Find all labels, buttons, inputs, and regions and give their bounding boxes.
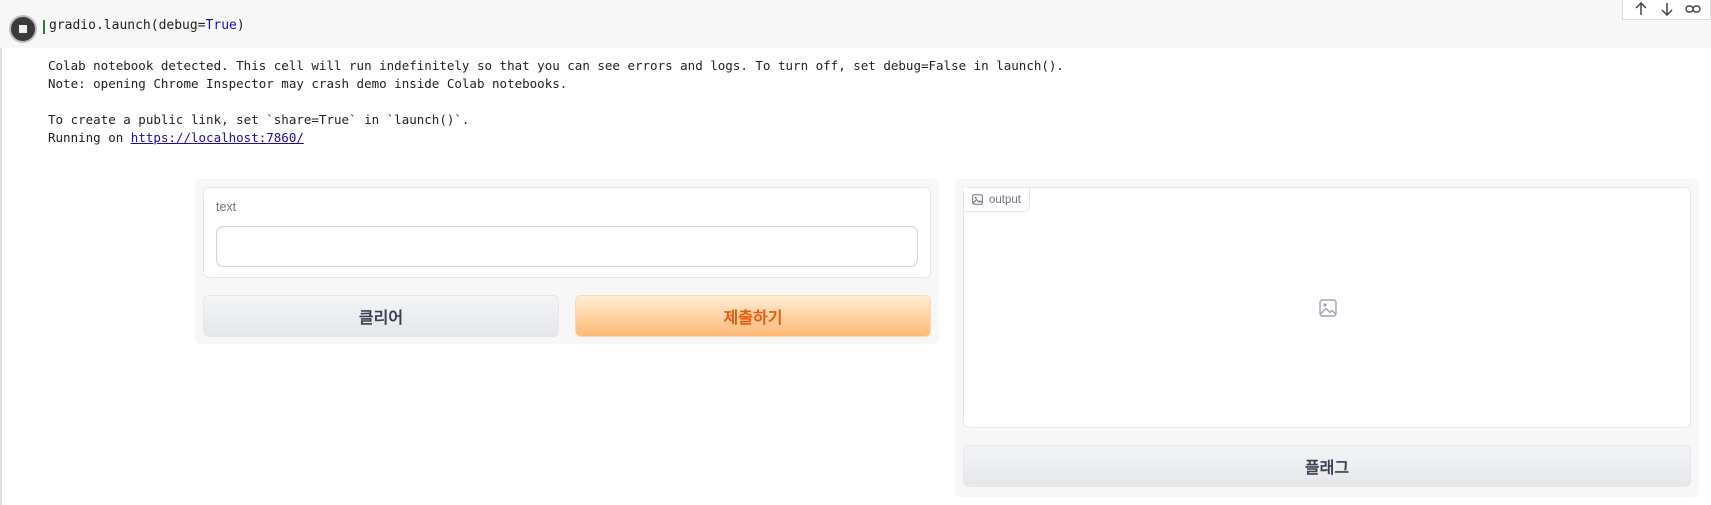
text-input-block: text [203, 187, 931, 278]
image-placeholder-icon [1319, 299, 1337, 317]
output-line: To create a public link, set `share=True… [48, 112, 470, 127]
output-line: Running on https://localhost:7860/ [48, 129, 1064, 147]
image-icon [972, 194, 983, 205]
output-panel: output 플래그 [955, 179, 1699, 497]
copy-link-button[interactable] [1683, 0, 1703, 18]
stop-execution-button[interactable] [9, 15, 37, 43]
flag-button[interactable]: 플래그 [963, 445, 1691, 487]
image-output-block: output [963, 187, 1691, 428]
move-up-button[interactable] [1631, 0, 1651, 18]
code-keyword: True [205, 18, 237, 33]
arrow-down-icon [1661, 3, 1673, 16]
code-line[interactable]: gradio.launch(debug=True) [49, 18, 245, 33]
code-prefix: gradio.launch(debug= [49, 18, 206, 33]
running-on-text: Running on [48, 130, 131, 145]
clear-button[interactable]: 클리어 [203, 295, 559, 337]
output-line: ​ [48, 93, 1064, 111]
code-cell[interactable]: gradio.launch(debug=True) [0, 0, 1711, 48]
cell-output: Colab notebook detected. This cell will … [48, 57, 1064, 147]
move-down-button[interactable] [1657, 0, 1677, 18]
text-input[interactable] [216, 226, 918, 267]
link-icon [1685, 5, 1701, 13]
output-label: output [989, 193, 1021, 206]
cell-left-border [0, 48, 2, 505]
cell-execution-indicator [43, 20, 45, 34]
cell-toolbar [1622, 0, 1711, 20]
text-label: text [216, 200, 237, 214]
input-panel: text 클리어 제출하기 [195, 179, 939, 344]
arrow-up-icon [1635, 2, 1647, 15]
output-label-tag: output [964, 188, 1030, 212]
output-line: Note: opening Chrome Inspector may crash… [48, 76, 568, 91]
code-suffix: ) [236, 18, 245, 33]
stop-icon [19, 25, 27, 33]
submit-button[interactable]: 제출하기 [575, 295, 931, 337]
local-url-link[interactable]: https://localhost:7860/ [131, 130, 304, 145]
output-line: Colab notebook detected. This cell will … [48, 58, 1064, 73]
